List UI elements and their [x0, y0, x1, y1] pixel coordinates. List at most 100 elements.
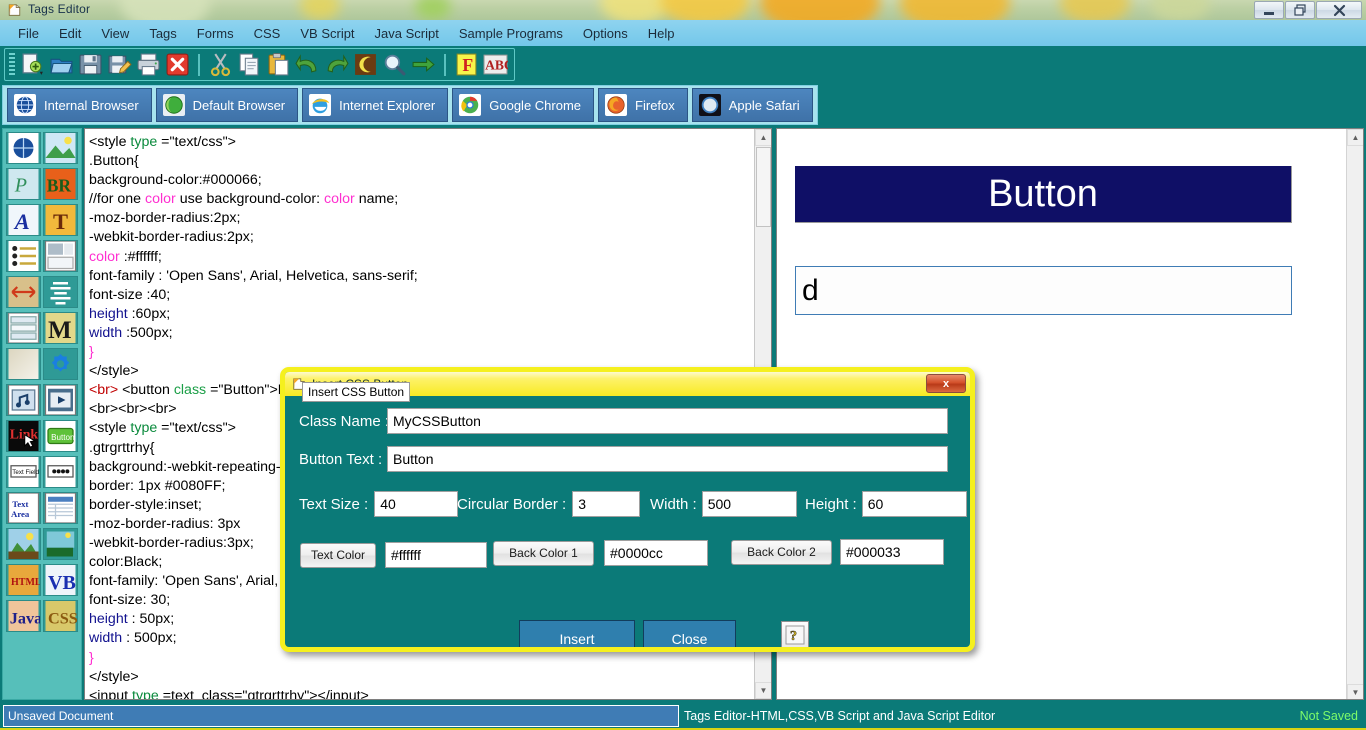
menu-item-options[interactable]: Options	[573, 24, 638, 43]
code-token: :500px;	[122, 324, 173, 341]
find-icon[interactable]	[382, 52, 407, 77]
save-icon[interactable]	[78, 52, 103, 77]
palette-item-java[interactable]: Java	[6, 600, 41, 632]
scroll-up-arrow[interactable]: ▲	[755, 129, 771, 146]
browser-tab-internet-explorer[interactable]: Internet Explorer	[302, 88, 449, 122]
scroll-down-arrow[interactable]: ▼	[755, 682, 771, 699]
new-file-icon[interactable]	[20, 52, 45, 77]
scroll-thumb[interactable]	[756, 147, 771, 227]
palette-item-image[interactable]	[43, 132, 78, 164]
close-button[interactable]	[1316, 1, 1362, 19]
insert-button[interactable]: Insert	[519, 620, 635, 647]
circular-border-label: Circular Border :	[457, 495, 567, 513]
button-text-input[interactable]: Button	[387, 446, 948, 472]
width-input[interactable]: 500	[701, 491, 797, 517]
color-icon[interactable]	[353, 52, 378, 77]
preview-text-input[interactable]: d	[795, 266, 1292, 315]
dialog-body: Class Name : MyCSSButton Button Text : B…	[285, 396, 970, 647]
palette-item-list[interactable]	[6, 240, 41, 272]
height-input[interactable]: 60	[861, 491, 967, 517]
palette-item-css[interactable]: CSS	[43, 600, 78, 632]
palette-item-align[interactable]	[43, 276, 78, 308]
menu-item-help[interactable]: Help	[638, 24, 685, 43]
palette-item-marquee[interactable]: M	[43, 312, 78, 344]
menu-item-tags[interactable]: Tags	[139, 24, 186, 43]
palette-item-image-map[interactable]	[6, 528, 41, 560]
code-token: .gtrgrttrhy{	[89, 439, 155, 456]
palette-item-frame[interactable]	[43, 240, 78, 272]
close-button[interactable]: Close	[643, 620, 736, 647]
menu-item-vb-script[interactable]: VB Script	[290, 24, 364, 43]
browser-tab-firefox[interactable]: Firefox	[598, 88, 688, 122]
palette-item-text-field[interactable]: Text Field	[6, 456, 41, 488]
browser-tab-apple-safari[interactable]: Apple Safari	[691, 88, 813, 122]
palette-item-button[interactable]: Button	[43, 420, 78, 452]
menu-item-forms[interactable]: Forms	[187, 24, 244, 43]
internet-explorer-icon	[309, 94, 332, 116]
text-color-button[interactable]: Text Color	[300, 542, 376, 568]
video-icon	[44, 385, 77, 415]
menu-item-sample-programs[interactable]: Sample Programs	[449, 24, 573, 43]
maximize-button[interactable]	[1285, 1, 1315, 19]
undo-icon[interactable]	[295, 52, 320, 77]
palette-item-password-field[interactable]	[43, 456, 78, 488]
toolbar-grip[interactable]	[9, 52, 15, 77]
palette-item-link[interactable]: Link	[6, 420, 41, 452]
spellcheck-icon[interactable]: ABC	[483, 52, 508, 77]
save-as-icon[interactable]	[107, 52, 132, 77]
preview-button[interactable]: Button	[795, 166, 1292, 223]
goto-icon[interactable]	[411, 52, 436, 77]
palette-item-horizontal-rule[interactable]	[6, 276, 41, 308]
minimize-button[interactable]	[1254, 1, 1284, 19]
menu-item-view[interactable]: View	[91, 24, 139, 43]
text-size-input[interactable]: 40	[374, 491, 459, 517]
code-token: .Button{	[89, 153, 139, 170]
button-text-row: Button Text : Button	[299, 446, 959, 472]
back-color-1-button[interactable]: Back Color 1	[493, 540, 594, 566]
palette-item-table[interactable]	[6, 312, 41, 344]
palette-item-settings[interactable]	[43, 348, 78, 380]
browser-tab-internal-browser[interactable]: Internal Browser	[7, 88, 152, 122]
palette-item-globe[interactable]	[6, 132, 41, 164]
copy-icon[interactable]	[237, 52, 262, 77]
preview-scroll-down-arrow[interactable]: ▼	[1347, 684, 1363, 699]
palette-item-video[interactable]	[43, 384, 78, 416]
palette-item-font-style[interactable]: A	[6, 204, 41, 236]
palette-item-dropdown[interactable]	[43, 492, 78, 524]
help-button[interactable]: ?	[781, 621, 809, 647]
redo-icon[interactable]	[324, 52, 349, 77]
circular-border-input[interactable]: 3	[572, 491, 641, 517]
palette-item-vb[interactable]: VB	[43, 564, 78, 596]
palette-item-text-area[interactable]: Text Area	[6, 492, 41, 524]
text-color-input[interactable]: #ffffff	[385, 542, 487, 568]
preview-scroll-up-arrow[interactable]: ▲	[1347, 129, 1363, 146]
palette-item-background[interactable]	[6, 348, 41, 380]
palette-item-paragraph[interactable]: P	[6, 168, 41, 200]
menu-item-css[interactable]: CSS	[244, 24, 291, 43]
menu-item-edit[interactable]: Edit	[49, 24, 91, 43]
browser-tab-google-chrome[interactable]: Google Chrome	[452, 88, 595, 122]
font-icon[interactable]: F	[454, 52, 479, 77]
browser-tab-default-browser[interactable]: Default Browser	[155, 88, 299, 122]
palette-item-audio[interactable]	[6, 384, 41, 416]
palette-item-html[interactable]: HTML	[6, 564, 41, 596]
back-color-1-input[interactable]: #0000cc	[604, 540, 708, 566]
dialog-close-button[interactable]: x	[926, 374, 966, 393]
menu-item-java-script[interactable]: Java Script	[365, 24, 449, 43]
menu-item-file[interactable]: File	[8, 24, 49, 43]
paste-icon[interactable]	[266, 52, 291, 77]
back-color-2-input[interactable]: #000033	[840, 539, 944, 565]
code-line: width :500px;	[89, 324, 745, 343]
palette-item-line-break[interactable]: BR	[43, 168, 78, 200]
back-color-2-button[interactable]: Back Color 2	[731, 539, 832, 565]
print-icon[interactable]	[136, 52, 161, 77]
open-folder-icon[interactable]	[49, 52, 74, 77]
palette-item-background-image[interactable]	[43, 528, 78, 560]
minimize-icon	[1264, 11, 1274, 15]
palette-item-text[interactable]: T	[43, 204, 78, 236]
link-icon: Link	[8, 421, 39, 451]
class-name-input[interactable]: MyCSSButton	[387, 408, 948, 434]
preview-vertical-scrollbar[interactable]: ▲ ▼	[1346, 129, 1363, 699]
cut-icon[interactable]	[208, 52, 233, 77]
delete-icon[interactable]	[165, 52, 190, 77]
